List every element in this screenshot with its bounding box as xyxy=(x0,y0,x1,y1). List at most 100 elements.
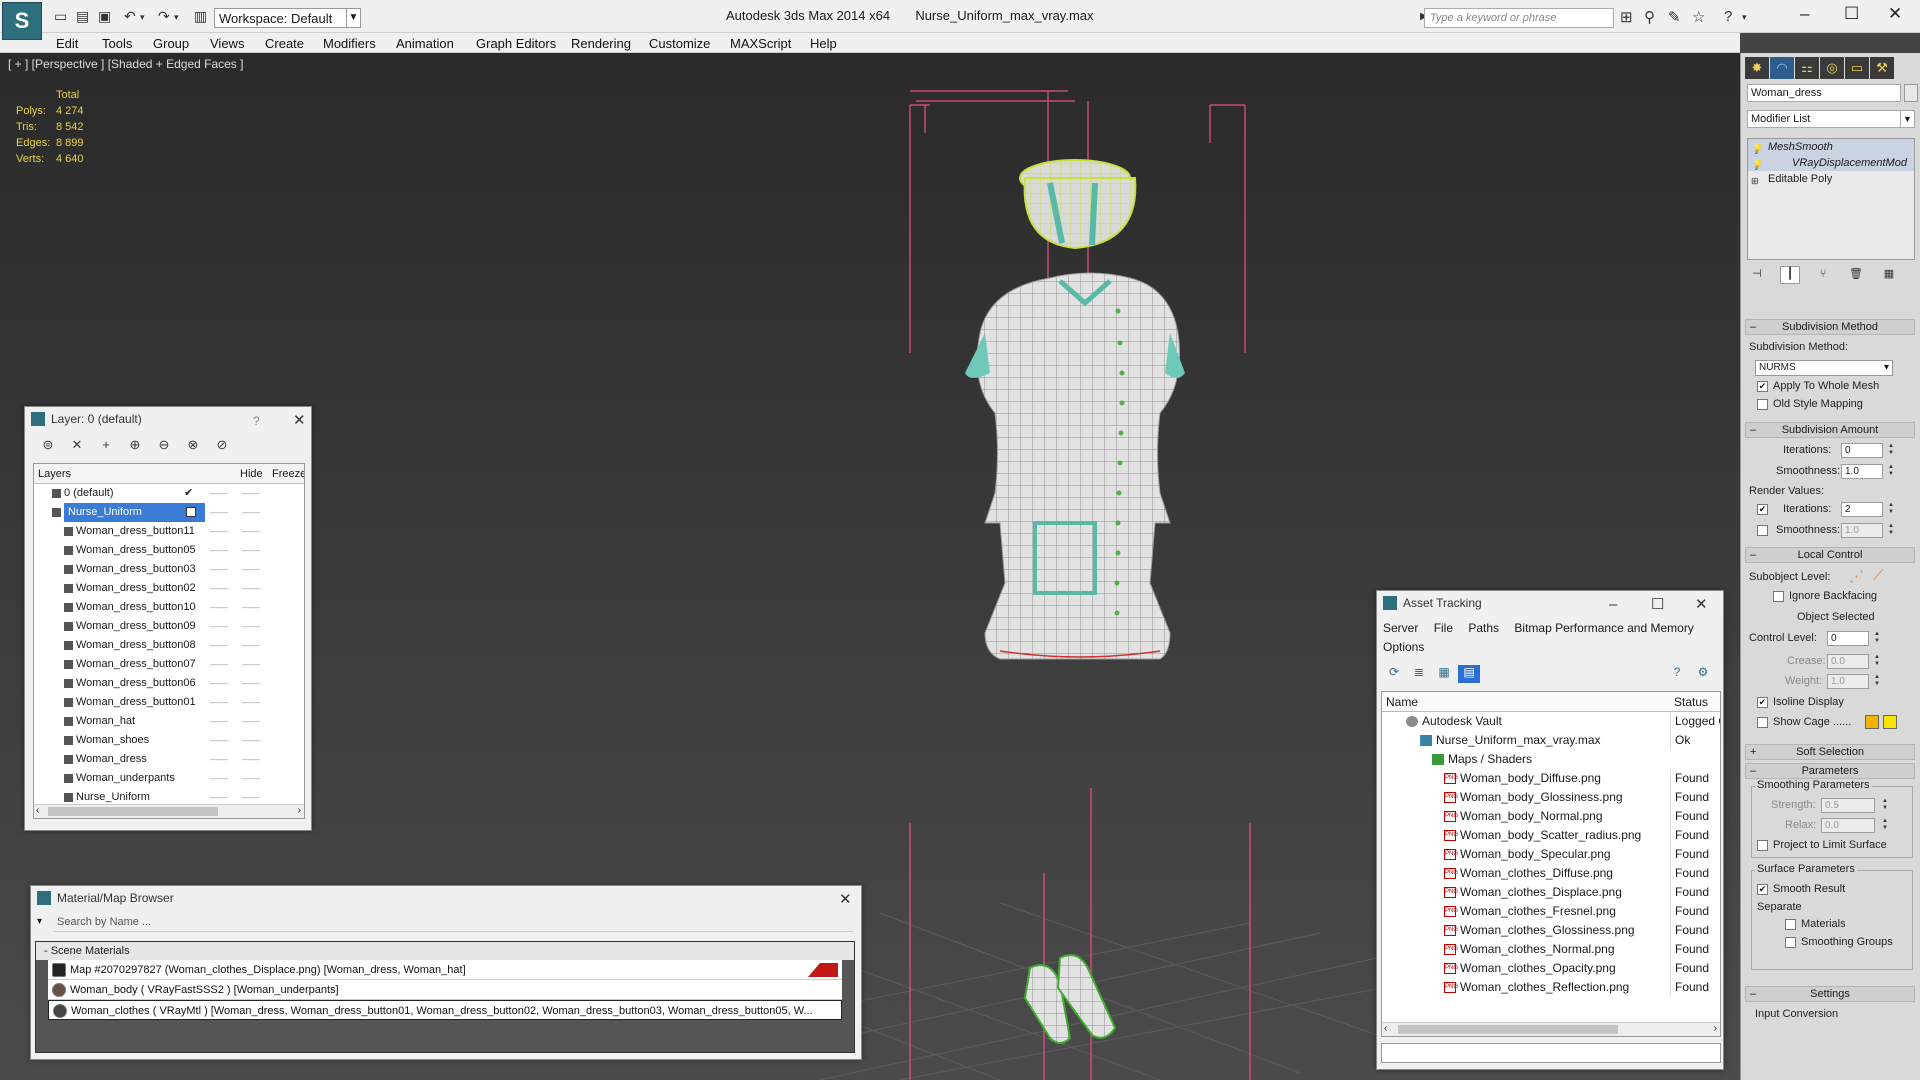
project-to-limit-checkbox[interactable] xyxy=(1757,840,1768,851)
spinner-arrows-icon[interactable]: ▲ ▼ xyxy=(1881,798,1889,813)
help-icon[interactable]: ? xyxy=(253,409,260,433)
close-icon[interactable]: ✕ xyxy=(839,888,852,912)
layer-row[interactable]: Woman_dress_button06 —— —— xyxy=(34,674,304,693)
menu-graph-editors[interactable]: Graph Editors xyxy=(476,36,556,51)
freeze-toggle[interactable]: —— xyxy=(242,750,260,769)
strength-spinner[interactable]: 0.5 xyxy=(1821,798,1875,813)
ignore-backfacing-checkbox[interactable] xyxy=(1773,591,1784,602)
asset-row[interactable]: PNG Woman_body_Diffuse.png Found xyxy=(1382,769,1720,788)
layer-row[interactable]: Woman_dress_button09 —— —— xyxy=(34,617,304,636)
column-name[interactable]: Name xyxy=(1386,695,1418,709)
select-objects-in-layer-icon[interactable]: ⊖ xyxy=(153,437,175,453)
hide-toggle[interactable]: —— xyxy=(210,655,228,674)
close-icon[interactable]: ✕ xyxy=(1695,593,1708,617)
open-file-icon[interactable]: ▤ xyxy=(76,8,89,25)
configure-sets-icon[interactable]: ▦ xyxy=(1879,267,1899,285)
scroll-left-icon[interactable]: ‹ xyxy=(1384,1023,1387,1034)
horizontal-scrollbar[interactable]: ‹ › xyxy=(1382,1022,1720,1036)
cage-color-swatch-2[interactable] xyxy=(1883,715,1897,729)
hide-toggle[interactable]: —— xyxy=(210,598,228,617)
layer-manager-icon[interactable]: ⊜ xyxy=(37,437,59,453)
smoothness-spinner[interactable]: 1.0 xyxy=(1841,464,1883,479)
freeze-toggle[interactable]: —— xyxy=(242,731,260,750)
material-item[interactable]: Woman_clothes ( VRayMtl ) [Woman_dress, … xyxy=(48,1000,842,1020)
menu-group[interactable]: Group xyxy=(153,36,189,51)
asset-row[interactable]: Autodesk Vault Logged Out xyxy=(1382,712,1720,731)
freeze-toggle[interactable]: —— xyxy=(242,674,260,693)
hide-toggle[interactable]: —— xyxy=(210,579,228,598)
spinner-arrows-icon[interactable]: ▲ ▼ xyxy=(1881,818,1889,833)
asset-row[interactable]: PNG Woman_body_Glossiness.png Found xyxy=(1382,788,1720,807)
settings-help-icon[interactable]: ⚙ xyxy=(1692,665,1714,683)
rollout-soft-selection[interactable]: + Soft Selection xyxy=(1745,744,1915,760)
spinner-arrows-icon[interactable]: ▲ ▼ xyxy=(1887,502,1895,517)
menu-tools[interactable]: Tools xyxy=(102,36,132,51)
freeze-toggle[interactable]: —— xyxy=(242,712,260,731)
maximize-icon[interactable]: ☐ xyxy=(1844,4,1859,24)
freeze-toggle[interactable]: —— xyxy=(242,484,260,503)
hide-toggle[interactable]: —— xyxy=(210,617,228,636)
show-end-result-icon[interactable]: ┃ xyxy=(1780,266,1800,284)
project-folder-icon[interactable]: ▥ xyxy=(194,8,207,25)
hide-toggle[interactable]: —— xyxy=(210,560,228,579)
asset-row[interactable]: PNG Woman_clothes_Reflection.png Found xyxy=(1382,978,1720,997)
freeze-toggle[interactable]: —— xyxy=(242,560,260,579)
hide-toggle[interactable]: —— xyxy=(210,503,228,522)
delete-layer-icon[interactable]: ✕ xyxy=(66,437,88,453)
hide-toggle[interactable]: —— xyxy=(210,484,228,503)
menu-help[interactable]: Help xyxy=(810,36,837,51)
menu-modifiers[interactable]: Modifiers xyxy=(323,36,376,51)
refresh-icon[interactable]: ⟳ xyxy=(1383,665,1405,683)
menu-customize[interactable]: Customize xyxy=(649,36,710,51)
asset-row[interactable]: PNG Woman_clothes_Displace.png Found xyxy=(1382,883,1720,902)
chevron-down-icon[interactable]: ▼ xyxy=(1900,111,1914,127)
hide-toggle[interactable]: —— xyxy=(210,636,228,655)
redo-icon[interactable]: ↷ xyxy=(158,8,170,25)
old-style-mapping-checkbox[interactable] xyxy=(1757,399,1768,410)
help-icon[interactable]: ? xyxy=(1724,8,1732,25)
object-color-swatch[interactable] xyxy=(1904,84,1918,102)
spinner-arrows-icon[interactable]: ▲ ▼ xyxy=(1887,523,1895,538)
freeze-toggle[interactable]: —— xyxy=(242,655,260,674)
iterations-spinner[interactable]: 0 xyxy=(1841,443,1883,458)
material-browser-titlebar[interactable]: Material/Map Browser ✕ xyxy=(31,886,861,910)
scroll-right-icon[interactable]: › xyxy=(298,805,301,816)
layer-row[interactable]: Woman_underpants —— —— xyxy=(34,769,304,788)
rollout-local-control[interactable]: – Local Control xyxy=(1745,547,1915,563)
freeze-toggle[interactable]: —— xyxy=(242,598,260,617)
undo-icon[interactable]: ↶ xyxy=(124,8,136,25)
asset-row[interactable]: PNG Woman_clothes_Fresnel.png Found xyxy=(1382,902,1720,921)
menu-bitmap-performance[interactable]: Bitmap Performance and Memory xyxy=(1514,621,1693,635)
relax-spinner[interactable]: 0.0 xyxy=(1821,818,1875,833)
scroll-left-icon[interactable]: ‹ xyxy=(36,805,39,816)
menu-file[interactable]: File xyxy=(1434,621,1453,635)
freeze-toggle[interactable]: —— xyxy=(242,503,260,522)
menu-views[interactable]: Views xyxy=(210,36,244,51)
separate-smoothing-groups-checkbox[interactable] xyxy=(1785,937,1796,948)
object-name-field[interactable]: Woman_dress xyxy=(1747,84,1901,102)
separate-materials-checkbox[interactable] xyxy=(1785,919,1796,930)
column-hide[interactable]: Hide xyxy=(240,468,263,480)
favorites-star-icon[interactable]: ☆ xyxy=(1692,8,1705,26)
add-selection-to-layer-icon[interactable]: ⊕ xyxy=(124,437,146,453)
key-icon[interactable]: ⚲ xyxy=(1644,8,1655,26)
rollout-parameters[interactable]: – Parameters xyxy=(1745,763,1915,779)
layer-row[interactable]: Woman_dress_button07 —— —— xyxy=(34,655,304,674)
menu-maxscript[interactable]: MAXScript xyxy=(730,36,791,51)
rollout-subdivision-method[interactable]: – Subdivision Method xyxy=(1745,319,1915,335)
maximize-icon[interactable]: ☐ xyxy=(1651,593,1664,617)
hide-toggle[interactable]: —— xyxy=(210,674,228,693)
hide-toggle[interactable]: —— xyxy=(210,522,228,541)
modify-tab-icon[interactable]: ◠ xyxy=(1770,57,1794,79)
freeze-toggle[interactable]: —— xyxy=(242,693,260,712)
weight-spinner[interactable]: 1.0 xyxy=(1827,674,1869,689)
subdivision-method-dropdown[interactable]: NURMS ▾ xyxy=(1755,360,1893,376)
layer-row[interactable]: Woman_dress_button03 —— —— xyxy=(34,560,304,579)
create-layer-icon[interactable]: + xyxy=(95,437,117,452)
layer-row[interactable]: Woman_dress_button02 —— —— xyxy=(34,579,304,598)
stack-item-meshsmooth[interactable]: 💡 MeshSmooth xyxy=(1748,139,1914,155)
column-freeze[interactable]: Freeze xyxy=(272,468,304,480)
remove-modifier-icon[interactable]: 🗑 xyxy=(1846,267,1866,285)
asset-row[interactable]: PNG Woman_body_Normal.png Found xyxy=(1382,807,1720,826)
hierarchy-tab-icon[interactable]: ⚏ xyxy=(1795,57,1819,79)
